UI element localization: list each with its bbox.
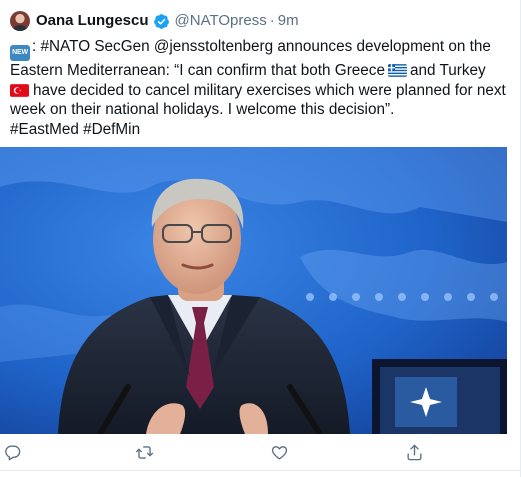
tweet-text-line-1: NEW: #NATO SecGen @jensstoltenberg annou… — [10, 37, 510, 61]
retweet-icon — [135, 445, 153, 459]
tweet-actions — [0, 440, 521, 466]
tweet-text-line-3-body: have decided to cancel military exercise… — [33, 81, 506, 99]
nato-secgen-photo-icon — [0, 147, 507, 434]
tweet-text-line-2: Eastern Mediterranean: “I can confirm th… — [10, 61, 510, 81]
tweet-text-line-2-tail: and Turkey — [409, 62, 486, 79]
tweet-header: Oana Lungescu @NATOpress · 9m — [36, 11, 299, 31]
author-avatar[interactable] — [10, 11, 30, 31]
reply-icon — [4, 444, 20, 460]
reply-button[interactable] — [0, 440, 24, 464]
tweet-hashtags[interactable]: #EastMed #DefMin — [10, 120, 510, 140]
author-handle[interactable]: @NATOpress — [175, 11, 267, 31]
share-button[interactable] — [402, 440, 426, 464]
verified-badge-icon — [153, 13, 169, 29]
author-display-name[interactable]: Oana Lungescu — [36, 11, 149, 31]
tweet-text-line-3: have decided to cancel military exercise… — [10, 81, 510, 101]
tweet-card[interactable]: Oana Lungescu @NATOpress · 9m NEW: #NATO… — [0, 0, 521, 477]
tweet-timestamp[interactable]: 9m — [278, 11, 299, 31]
tweet-text-line-4: week on their national holidays. I welco… — [10, 101, 395, 118]
tweet-text: NEW: #NATO SecGen @jensstoltenberg annou… — [10, 37, 510, 139]
turkey-flag-icon — [10, 83, 29, 97]
share-icon — [406, 444, 422, 460]
tweet-text-line-1-body: : #NATO SecGen @jensstoltenberg announce… — [32, 38, 491, 55]
new-button-emoji-icon: NEW — [10, 45, 30, 61]
tweet-text-line-2-body: Eastern Mediterranean: “I can confirm th… — [10, 62, 385, 79]
like-icon — [271, 445, 287, 460]
like-button[interactable] — [267, 440, 291, 464]
tweet-divider — [0, 470, 521, 471]
greece-flag-icon — [387, 64, 407, 77]
tweet-photo[interactable] — [0, 147, 507, 434]
retweet-button[interactable] — [132, 440, 156, 464]
header-separator: · — [269, 12, 275, 29]
